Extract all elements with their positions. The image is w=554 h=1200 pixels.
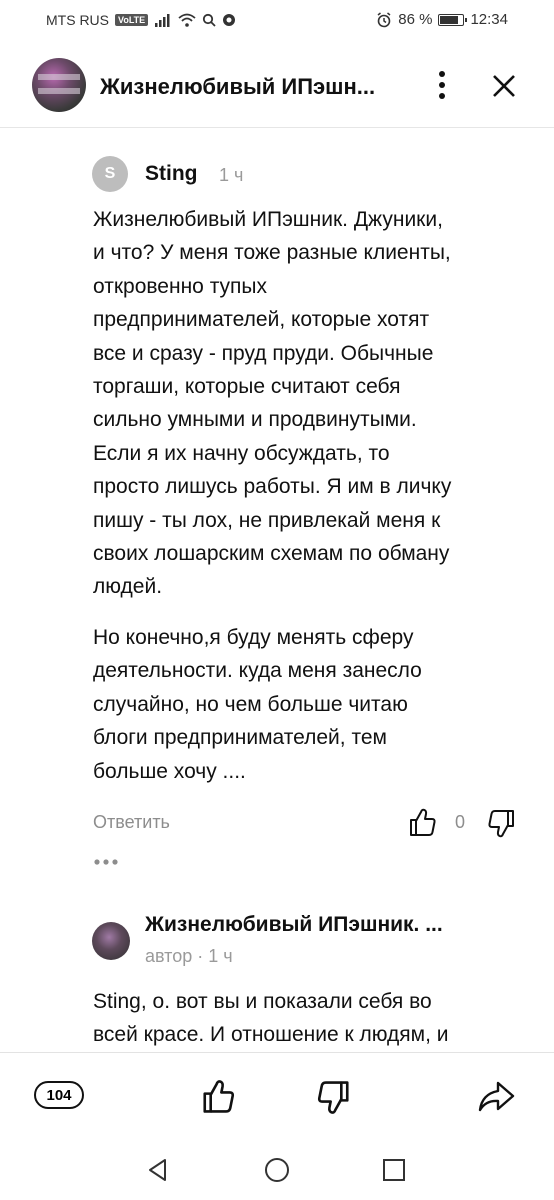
status-bar: MTS RUS VoLTE 86 % 12:34	[0, 0, 554, 44]
share-icon[interactable]	[476, 1077, 516, 1115]
text-line: Если я их начну обсуждать, то	[93, 441, 390, 465]
text-line: пишу - ты лох, не привлекай меня к	[93, 508, 441, 532]
text-line: своих лошарским схемам по обману	[93, 542, 450, 566]
article-header: Жизнелюбивый ИПэшн...	[0, 52, 554, 128]
comment-time: 1 ч	[219, 165, 244, 185]
channel-avatar[interactable]	[32, 58, 86, 112]
comments-count-button[interactable]: 104	[34, 1081, 84, 1109]
battery-percent: 86 %	[398, 11, 433, 28]
comment-paragraph-1: Жизнелюбивый ИПэшник. Джуники, и что? У …	[93, 203, 523, 604]
text-line: Sting, о. вот вы и показали себя во	[93, 990, 432, 1013]
reply-paragraph: Sting, о. вот вы и показали себя во всей…	[93, 985, 523, 1052]
alarm-icon	[376, 11, 392, 28]
battery-fill	[440, 15, 458, 24]
avatar[interactable]: S	[92, 156, 128, 192]
nav-recent-icon[interactable]	[382, 1158, 406, 1182]
battery-icon	[438, 13, 468, 26]
status-right: 86 % 12:34	[376, 11, 508, 28]
circle-app-icon	[222, 13, 236, 27]
comment-author[interactable]: Sting	[145, 162, 198, 186]
nav-back-icon[interactable]	[145, 1157, 171, 1183]
text-line: деятельности. куда меня занесло	[93, 659, 422, 683]
thumb-down-icon[interactable]	[487, 808, 515, 840]
system-nav-bar	[0, 1139, 554, 1200]
reply-meta: автор · 1 ч	[145, 946, 233, 966]
more-horiz-icon[interactable]	[93, 852, 119, 872]
text-line: торгаши, которые считают себя	[93, 375, 401, 399]
carrier-label: MTS RUS	[46, 12, 109, 28]
text-line: людей.	[93, 575, 163, 599]
text-line: просто лишусь работы. Я им в личку	[93, 475, 452, 499]
text-line: Но конечно,я буду менять сферу	[93, 626, 414, 649]
more-vert-icon[interactable]	[430, 68, 454, 102]
thumb-up-icon[interactable]	[409, 806, 437, 838]
like-count: 0	[455, 812, 466, 832]
comment-actions: Ответить 0	[93, 806, 523, 842]
reply-button[interactable]: Ответить	[93, 812, 170, 833]
text-line: всей красе. И отношение к людям, и	[93, 1023, 449, 1047]
text-line: откровенно тупых	[93, 274, 268, 298]
thumb-down-icon[interactable]	[314, 1079, 352, 1117]
bottom-action-bar: 104	[0, 1053, 554, 1139]
volte-badge: VoLTE	[115, 14, 149, 26]
header-divider	[0, 127, 554, 128]
comment-paragraph-2: Но конечно,я буду менять сферу деятельно…	[93, 621, 523, 788]
signal-icon	[154, 13, 172, 27]
close-icon[interactable]	[486, 68, 522, 104]
reply-author[interactable]: Жизнелюбивый ИПэшник. ...	[145, 913, 443, 937]
text-line: больше хочу ....	[93, 759, 246, 783]
text-line: Жизнелюбивый ИПэшник. Джуники,	[93, 208, 443, 231]
text-line: случайно, но чем больше читаю	[93, 692, 408, 716]
reply-header: Жизнелюбивый ИПэшник. ... автор · 1 ч	[92, 908, 522, 978]
wifi-icon	[178, 13, 196, 27]
thumb-up-icon[interactable]	[200, 1077, 238, 1115]
search-icon	[202, 13, 216, 27]
nav-home-icon[interactable]	[264, 1157, 290, 1183]
text-line: и что? У меня тоже разные клиенты,	[93, 241, 451, 265]
text-line: сильно умными и продвинутыми.	[93, 408, 417, 432]
status-left: MTS RUS VoLTE	[46, 12, 236, 28]
clock: 12:34	[470, 11, 508, 28]
text-line: все и сразу - пруд пруди. Обычные	[93, 341, 434, 365]
text-line: блоги предпринимателей, тем	[93, 726, 387, 750]
text-line: предпринимателей, которые хотят	[93, 308, 430, 332]
comment-header: S Sting 1 ч	[92, 156, 512, 192]
reply-avatar[interactable]	[92, 922, 130, 960]
header-title[interactable]: Жизнелюбивый ИПэшн...	[100, 74, 375, 100]
